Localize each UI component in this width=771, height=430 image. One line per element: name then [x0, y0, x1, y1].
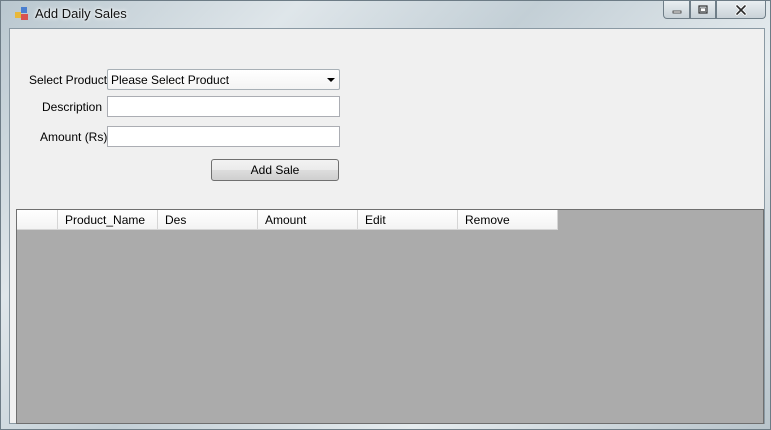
column-header-product-name[interactable]: Product_Name	[58, 210, 158, 230]
row-header-corner[interactable]	[17, 210, 58, 230]
column-header-remove[interactable]: Remove	[458, 210, 558, 230]
column-header-amount[interactable]: Amount	[258, 210, 358, 230]
add-sale-button[interactable]: Add Sale	[211, 159, 339, 181]
select-product-label: Select Product	[29, 73, 108, 87]
grid-header-row: Product_Name Des Amount Edit Remove	[17, 210, 558, 230]
form-client-area: Select Product Please Select Product Des…	[9, 28, 765, 424]
sales-data-grid[interactable]: Product_Name Des Amount Edit Remove	[16, 209, 764, 424]
form-window-icon	[15, 7, 29, 21]
product-dropdown-value: Please Select Product	[111, 73, 230, 87]
product-dropdown[interactable]: Please Select Product	[107, 69, 340, 90]
description-label: Description	[42, 100, 103, 114]
title-bar[interactable]: Add Daily Sales	[1, 1, 771, 27]
maximize-icon	[698, 4, 708, 14]
amount-field[interactable]	[107, 126, 340, 147]
application-window: Add Daily Sales Select Product Please Se…	[0, 0, 771, 430]
description-field[interactable]	[107, 96, 340, 117]
column-header-des[interactable]: Des	[158, 210, 258, 230]
maximize-button[interactable]	[690, 1, 716, 19]
chevron-down-icon[interactable]	[327, 78, 335, 82]
minimize-icon	[672, 10, 681, 13]
minimize-button[interactable]	[663, 1, 690, 19]
column-header-edit[interactable]: Edit	[358, 210, 458, 230]
window-title: Add Daily Sales	[35, 6, 127, 21]
close-button[interactable]	[716, 1, 766, 19]
close-icon	[735, 3, 747, 16]
amount-label: Amount (Rs)	[40, 130, 108, 144]
